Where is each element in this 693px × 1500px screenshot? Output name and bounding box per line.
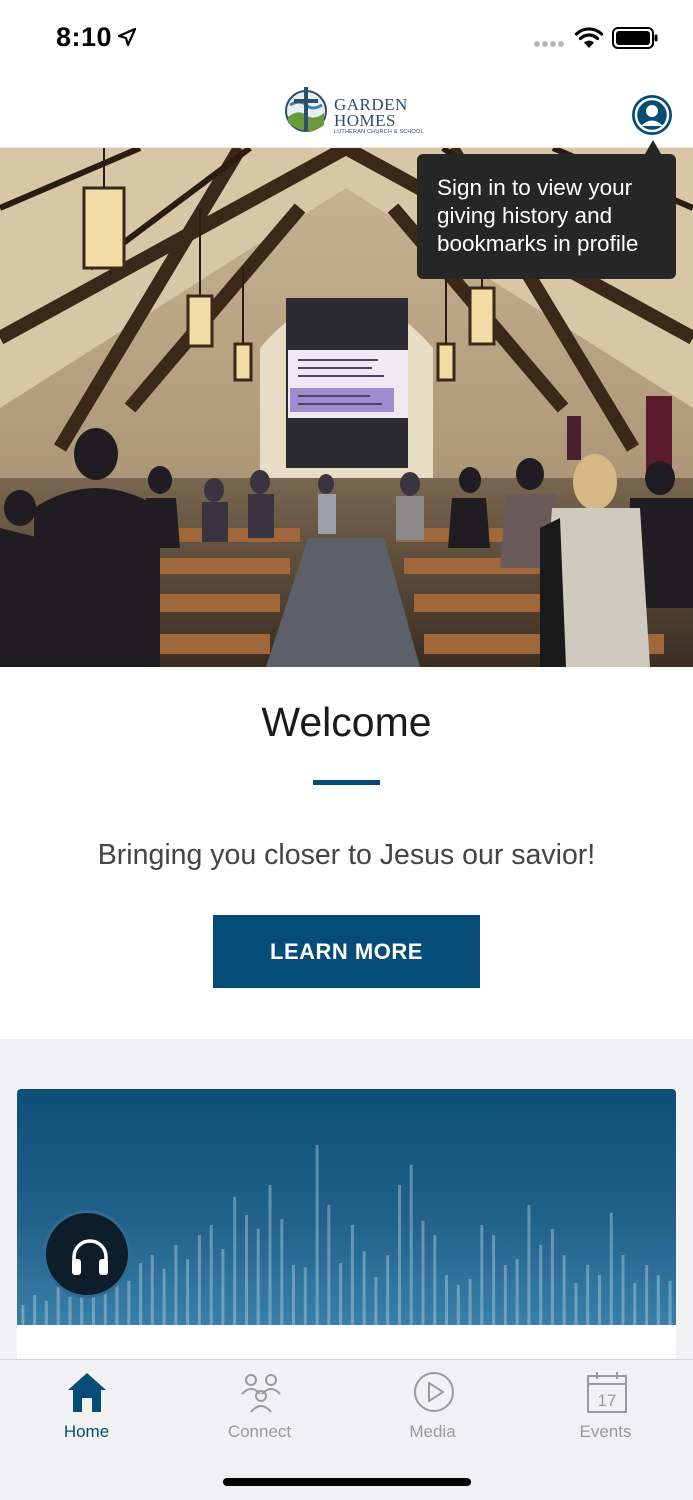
home-icon bbox=[68, 1373, 106, 1412]
waveform-bar bbox=[550, 1229, 554, 1325]
learn-more-button[interactable]: LEARN MORE bbox=[213, 915, 480, 988]
welcome-subtitle: Bringing you closer to Jesus our savior! bbox=[97, 839, 596, 871]
audio-play-button[interactable] bbox=[43, 1210, 131, 1298]
waveform-bar bbox=[433, 1235, 437, 1325]
headphones-icon bbox=[72, 1239, 108, 1275]
waveform-graphic bbox=[21, 1145, 672, 1325]
welcome-section: Welcome Bringing you closer to Jesus our… bbox=[0, 667, 693, 1039]
profile-icon bbox=[634, 97, 670, 133]
waveform-bar bbox=[492, 1235, 496, 1325]
waveform-bar bbox=[350, 1225, 354, 1325]
waveform-bar bbox=[280, 1219, 284, 1325]
tab-label-connect: Connect bbox=[227, 1422, 292, 1441]
tab-events[interactable]: 17 Events bbox=[519, 1360, 692, 1450]
battery-icon bbox=[612, 27, 658, 49]
waveform-bar bbox=[68, 1297, 72, 1325]
waveform-bar bbox=[468, 1279, 472, 1325]
status-time: 8:10 bbox=[56, 22, 113, 52]
waveform-bar bbox=[186, 1259, 190, 1325]
waveform-bar bbox=[398, 1185, 401, 1325]
waveform-bar bbox=[633, 1283, 637, 1325]
waveform-bar bbox=[574, 1283, 578, 1325]
waveform-bar bbox=[480, 1225, 484, 1325]
waveform-bar bbox=[197, 1235, 201, 1325]
waveform-bar bbox=[292, 1265, 295, 1325]
waveform-bar bbox=[162, 1269, 166, 1325]
tab-label-events: Events bbox=[579, 1422, 632, 1441]
people-icon bbox=[241, 1374, 281, 1413]
tab-label-home: Home bbox=[63, 1422, 110, 1441]
audio-card[interactable] bbox=[17, 1089, 676, 1389]
logo-text-homes: HOMES bbox=[334, 111, 397, 130]
waveform-bar bbox=[127, 1281, 131, 1325]
logo-text-subtitle: LUTHERAN CHURCH & SCHOOL bbox=[334, 129, 424, 135]
tooltip-arrow bbox=[645, 140, 661, 154]
waveform-bar bbox=[539, 1245, 543, 1325]
waveform-bar bbox=[327, 1205, 331, 1325]
sign-in-tooltip[interactable]: Sign in to view your giving history and … bbox=[417, 154, 676, 279]
signal-dots-icon bbox=[534, 41, 564, 47]
waveform-bar bbox=[315, 1145, 319, 1325]
calendar-icon: 17 bbox=[587, 1372, 627, 1413]
waveform-bar bbox=[609, 1213, 613, 1325]
waveform-bar bbox=[256, 1229, 260, 1325]
church-logo[interactable]: GARDEN HOMES LUTHERAN CHURCH & SCHOOL bbox=[284, 83, 424, 139]
waveform-bar bbox=[445, 1275, 448, 1325]
waveform-bar bbox=[56, 1285, 60, 1325]
app-header: GARDEN HOMES LUTHERAN CHURCH & SCHOOL bbox=[0, 78, 693, 148]
waveform-bar bbox=[598, 1275, 601, 1325]
waveform-bar bbox=[386, 1255, 390, 1325]
waveform-bar bbox=[139, 1263, 143, 1325]
waveform-bar bbox=[245, 1215, 248, 1325]
tab-media[interactable]: Media bbox=[346, 1360, 519, 1450]
waveform-bar bbox=[562, 1255, 566, 1325]
welcome-divider bbox=[313, 780, 380, 785]
location-arrow-icon bbox=[118, 28, 136, 46]
waveform-bar bbox=[150, 1255, 154, 1325]
welcome-title: Welcome bbox=[261, 699, 432, 745]
wifi-icon bbox=[574, 27, 604, 48]
tab-connect[interactable]: Connect bbox=[173, 1360, 346, 1450]
waveform-bar bbox=[527, 1205, 531, 1325]
waveform-bar bbox=[339, 1263, 343, 1325]
waveform-bar bbox=[209, 1225, 213, 1325]
waveform-bar bbox=[645, 1265, 649, 1325]
waveform-bar bbox=[668, 1281, 672, 1325]
waveform-bar bbox=[33, 1295, 37, 1325]
waveform-bar bbox=[174, 1245, 178, 1325]
waveform-bar bbox=[268, 1185, 272, 1325]
waveform-bar bbox=[421, 1221, 425, 1325]
waveform-bar bbox=[303, 1267, 307, 1325]
waveform-bar bbox=[374, 1277, 378, 1325]
home-indicator bbox=[223, 1478, 471, 1486]
status-bar: 8:10 bbox=[0, 0, 693, 78]
waveform-bar bbox=[362, 1251, 366, 1325]
calendar-day: 17 bbox=[598, 1391, 617, 1410]
waveform-bar bbox=[21, 1305, 25, 1325]
waveform-bar bbox=[515, 1259, 519, 1325]
tab-home[interactable]: Home bbox=[0, 1360, 173, 1450]
waveform-bar bbox=[656, 1275, 660, 1325]
waveform-bar bbox=[586, 1265, 590, 1325]
waveform-bar bbox=[503, 1265, 507, 1325]
waveform-bar bbox=[221, 1249, 225, 1325]
profile-button[interactable] bbox=[632, 95, 672, 135]
play-icon bbox=[414, 1372, 454, 1412]
waveform-bar bbox=[456, 1285, 460, 1325]
tooltip-text: Sign in to view your giving history and … bbox=[437, 175, 639, 256]
waveform-bar bbox=[233, 1197, 237, 1325]
waveform-bar bbox=[44, 1301, 48, 1325]
logo-cross-icon bbox=[285, 87, 327, 132]
waveform-bar bbox=[409, 1165, 413, 1325]
audio-banner bbox=[17, 1089, 676, 1325]
tab-label-media: Media bbox=[409, 1422, 456, 1441]
waveform-bar bbox=[621, 1255, 625, 1325]
